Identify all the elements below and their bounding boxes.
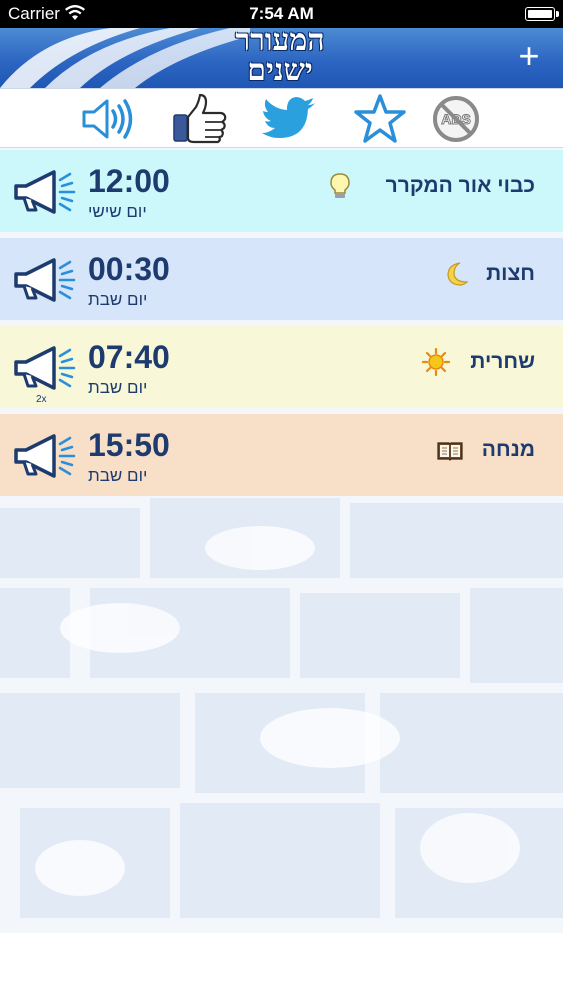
status-time: 7:54 AM bbox=[249, 4, 314, 23]
app-screen: Carrier 7:54 AM המעורר ישנים + 12:00 יום… bbox=[0, 0, 563, 1000]
alarm-day: יום שבת bbox=[88, 290, 148, 309]
add-alarm-button[interactable]: + bbox=[509, 38, 549, 78]
alarm-time: 07:40 bbox=[88, 339, 170, 375]
alarm-day: יום שבת bbox=[88, 378, 148, 397]
app-title-line1: המעורר bbox=[235, 28, 325, 58]
status-bar: Carrier 7:54 AM bbox=[0, 0, 563, 28]
megaphone-icon[interactable] bbox=[10, 342, 80, 394]
repeat-badge: 2x bbox=[36, 394, 47, 405]
app-header: המעורר ישנים + bbox=[0, 28, 563, 88]
alarm-time: 12:00 bbox=[88, 163, 170, 199]
megaphone-icon[interactable] bbox=[10, 166, 80, 218]
twitter-bird-icon bbox=[262, 97, 315, 138]
megaphone-icon[interactable] bbox=[10, 430, 80, 482]
star-icon bbox=[354, 94, 406, 143]
megaphone-icon[interactable] bbox=[10, 254, 80, 306]
rate-app-button[interactable] bbox=[352, 93, 408, 145]
speaker-icon bbox=[82, 99, 133, 139]
alarm-day: יום שישי bbox=[88, 202, 147, 221]
alarm-name: חצות bbox=[486, 262, 535, 285]
no-ads-icon: ADS bbox=[433, 96, 479, 142]
facebook-like-button[interactable] bbox=[172, 93, 228, 145]
book-icon bbox=[437, 442, 463, 461]
app-title: המעורר ישנים bbox=[170, 28, 390, 86]
sound-button[interactable] bbox=[80, 93, 136, 145]
alarm-name: כבוי אור המקרר bbox=[385, 174, 535, 197]
alarm-time: 00:30 bbox=[88, 251, 170, 287]
remove-ads-button[interactable]: ADS bbox=[428, 93, 484, 145]
alarm-row[interactable]: 2x 07:40 יום שבת שחרית bbox=[0, 326, 563, 408]
alarm-day: יום שבת bbox=[88, 466, 148, 485]
alarm-row[interactable]: 12:00 יום שישי כבוי אור המקרר bbox=[0, 150, 563, 232]
moon-icon bbox=[447, 262, 469, 286]
battery-icon bbox=[525, 7, 559, 21]
thumbs-up-icon bbox=[173, 93, 227, 144]
sun-icon bbox=[422, 348, 450, 376]
alarm-time: 15:50 bbox=[88, 427, 170, 463]
toolbar: ADS bbox=[0, 88, 563, 148]
twitter-button[interactable] bbox=[262, 93, 318, 145]
alarm-name: שחרית bbox=[470, 350, 535, 373]
alarm-row[interactable]: 15:50 יום שבת מנחה bbox=[0, 414, 563, 496]
alarm-name: מנחה bbox=[481, 438, 535, 461]
alarm-row[interactable]: 00:30 יום שבת חצות bbox=[0, 238, 563, 320]
app-title-line2: ישנים bbox=[247, 53, 313, 88]
light-bulb-icon bbox=[330, 173, 350, 198]
